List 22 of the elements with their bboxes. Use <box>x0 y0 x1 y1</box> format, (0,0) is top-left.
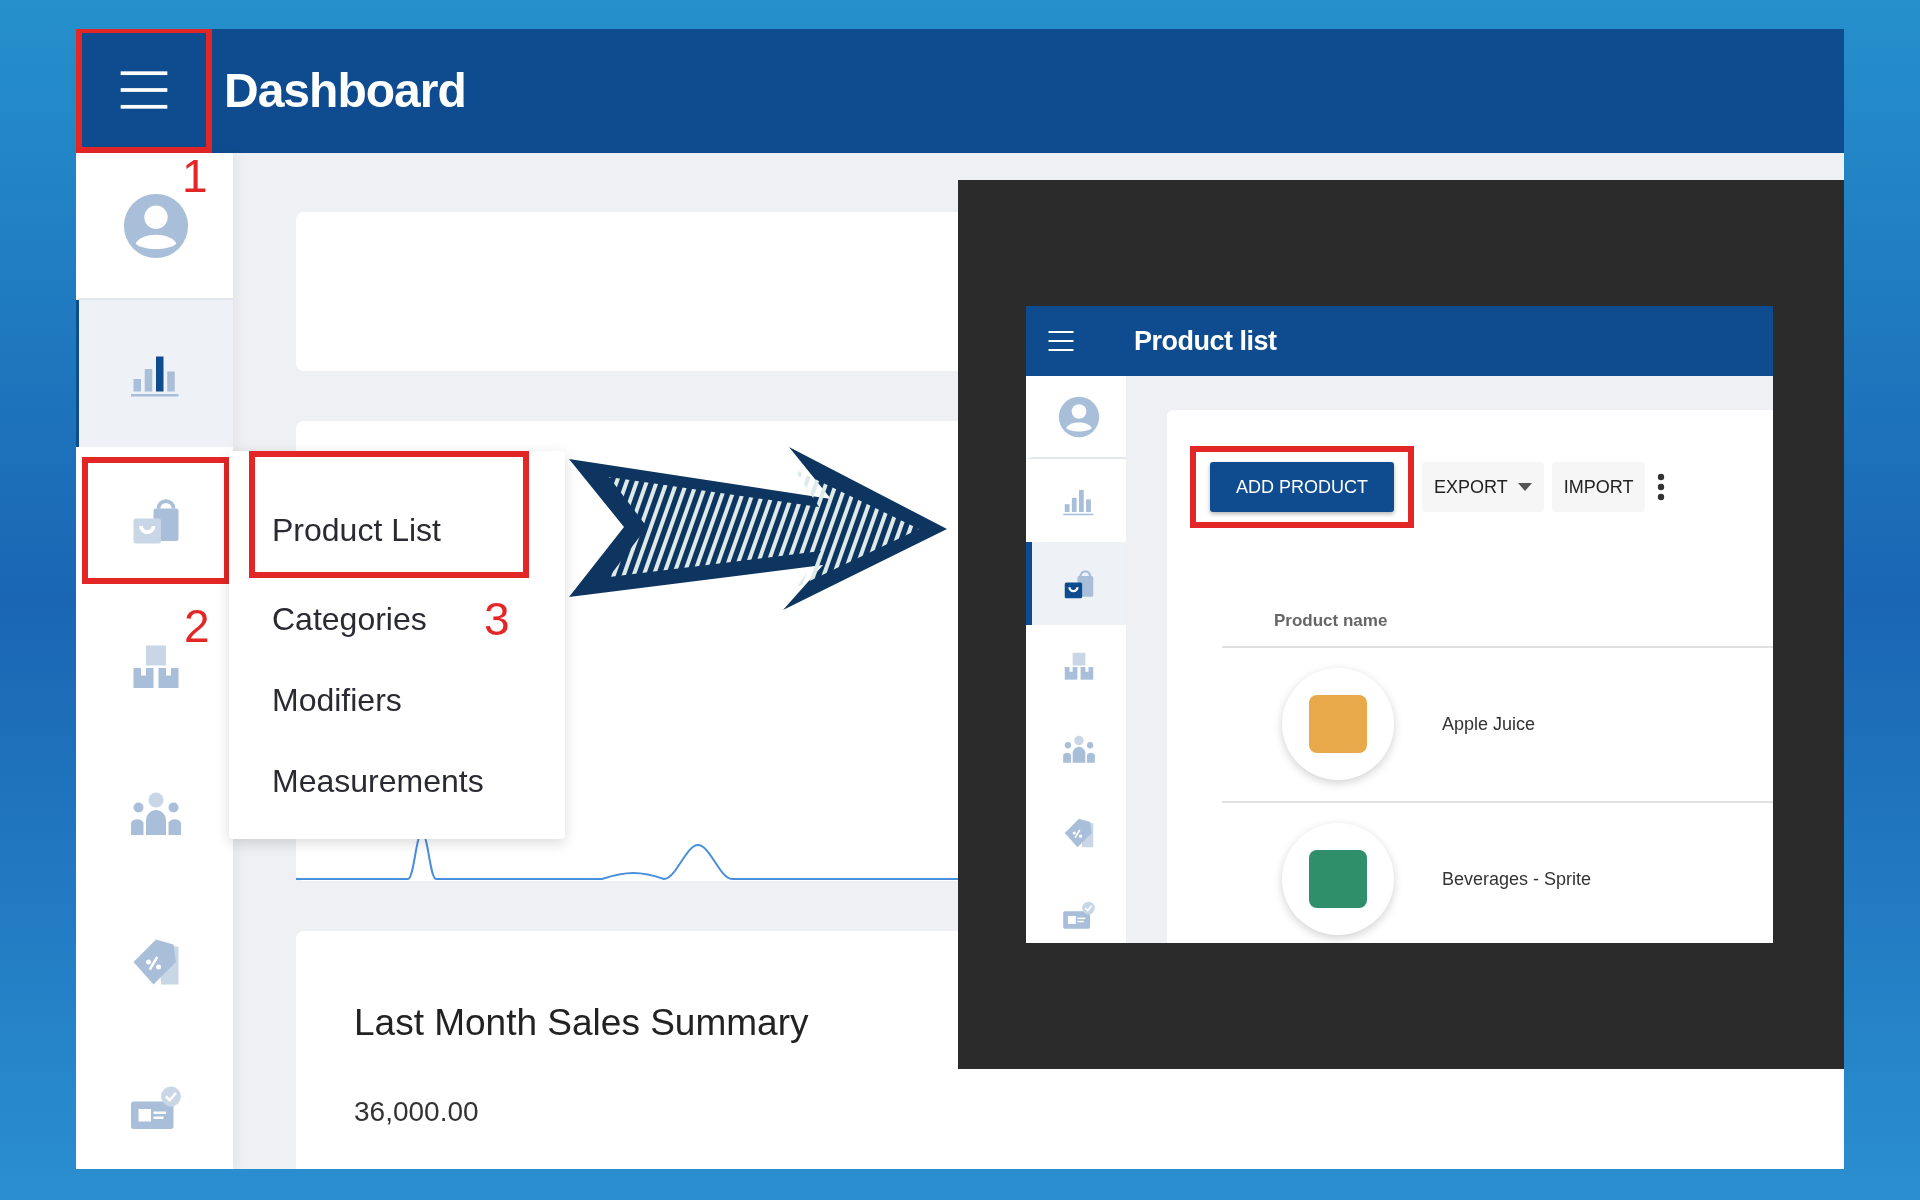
sidebar-item[interactable] <box>76 300 233 447</box>
card-title: Last Month Sales Summary <box>354 1001 810 1045</box>
product-name: Beverages - Sprite <box>1442 867 1592 891</box>
export-button[interactable]: EXPORT <box>1422 462 1544 512</box>
menu-item[interactable]: Measurements <box>272 740 484 821</box>
caret-icon <box>1517 483 1532 491</box>
step-number: 3 <box>484 596 510 642</box>
page-title: Product list <box>1134 324 1277 358</box>
page-title: Dashboard <box>224 67 466 115</box>
add-product-button[interactable]: ADD PRODUCT <box>1210 462 1394 512</box>
menu-item[interactable]: Modifiers <box>272 659 402 740</box>
step-number: 1 <box>182 153 208 199</box>
more-icon <box>1657 473 1666 501</box>
user-avatar-icon[interactable] <box>1057 394 1101 439</box>
product-name: Apple Juice <box>1442 712 1536 736</box>
sidebar-item[interactable] <box>1026 542 1126 625</box>
sales-amount: 36,000.00 <box>354 1095 480 1130</box>
step-number: 2 <box>184 603 210 649</box>
import-button[interactable]: IMPORT <box>1551 462 1646 512</box>
menu-item[interactable]: Categories <box>272 578 427 659</box>
column-header: Product name <box>1222 608 1773 648</box>
menu-item[interactable]: Product List <box>249 451 529 578</box>
